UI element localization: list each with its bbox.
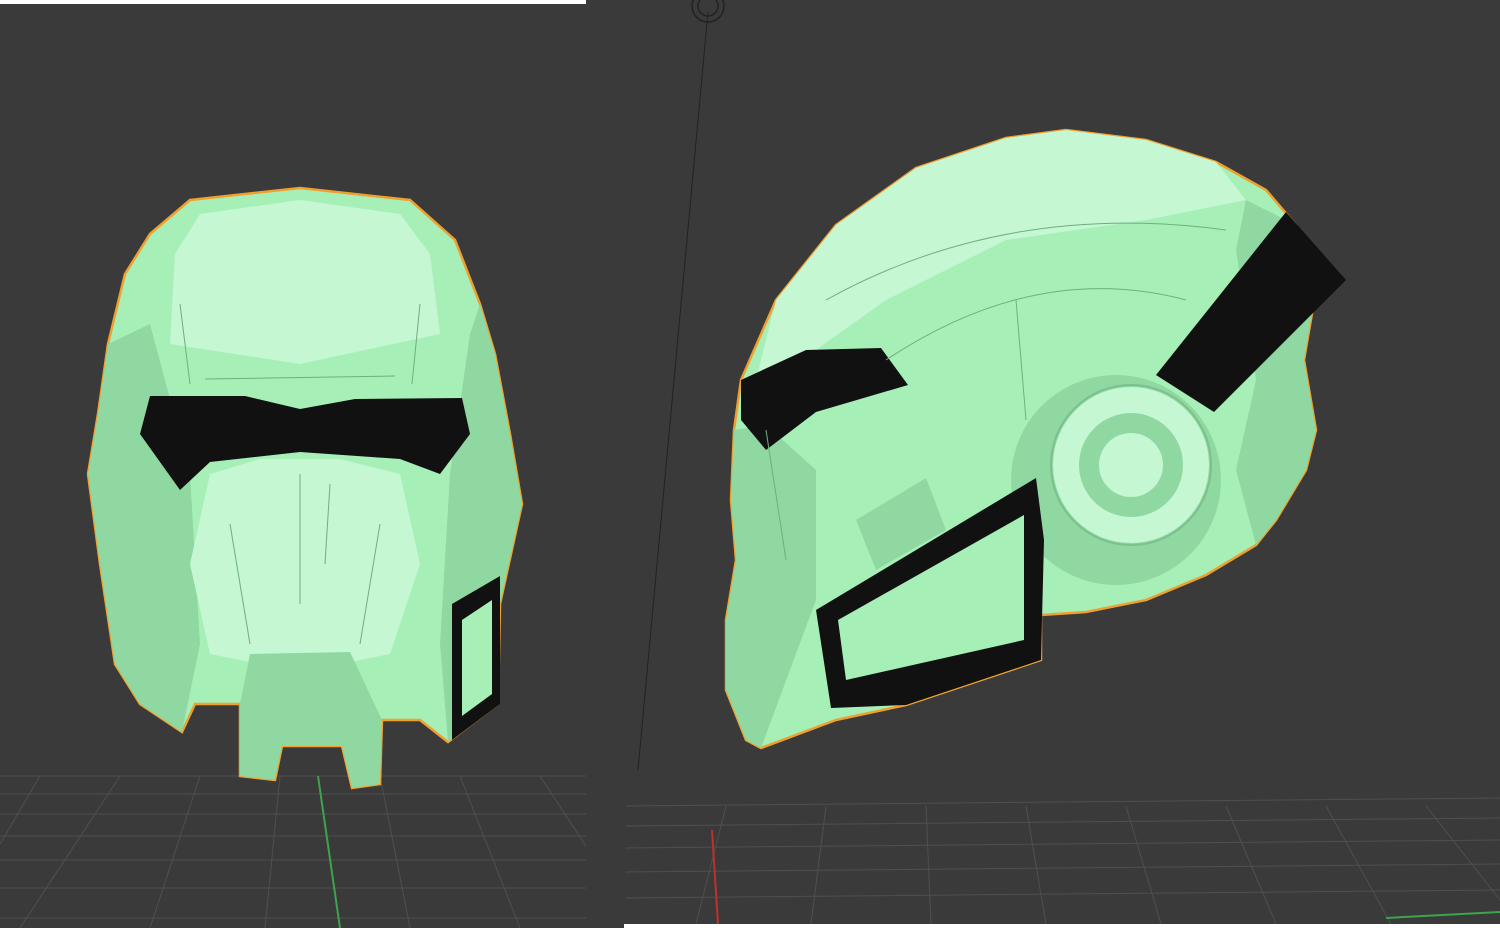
viewport-front-canvas[interactable]	[0, 4, 624, 928]
helmet-faceplate	[190, 459, 420, 672]
viewport-side-canvas[interactable]	[586, 0, 1500, 924]
helmet-front-model[interactable]	[86, 186, 524, 790]
helmet-dome-highlight	[170, 200, 440, 364]
viewport-front[interactable]	[0, 4, 624, 928]
viewport-side[interactable]	[586, 0, 1500, 924]
